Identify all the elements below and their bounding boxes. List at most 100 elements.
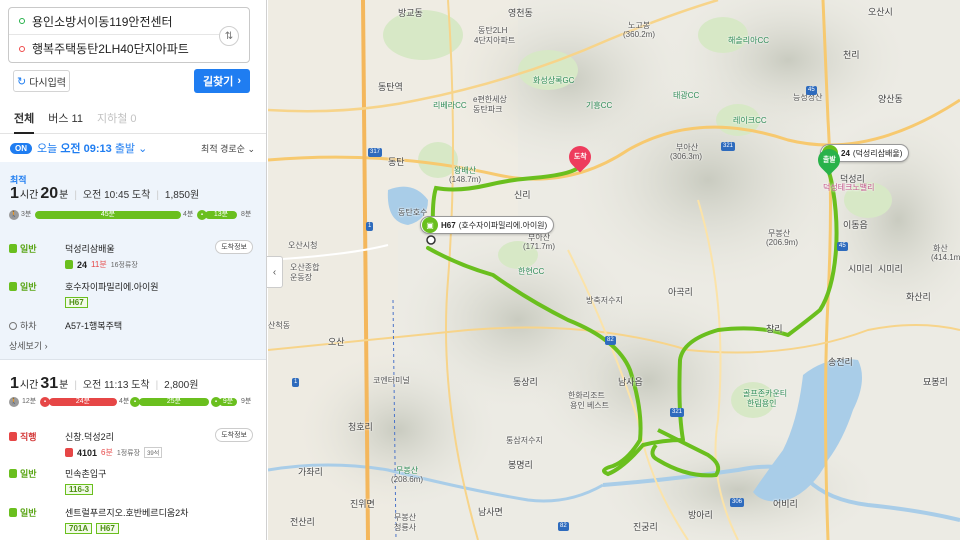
- boarding-stop: 덕성리삼배울: [65, 244, 115, 254]
- map-label: 송전리: [828, 357, 853, 367]
- route-summary: 1 시간 20 분 | 오전 10:45 도착 | 1,850원: [10, 185, 200, 202]
- bus-icon: [9, 282, 17, 291]
- destination-field[interactable]: 행복주택동탄2LH40단지아파트: [9, 35, 219, 62]
- route-chip[interactable]: 116-3: [65, 484, 94, 495]
- origin-field[interactable]: 용인소방서이동119안전센터: [9, 8, 219, 35]
- bus-segment: 9분: [219, 398, 237, 406]
- origin-dot-icon: [19, 18, 25, 24]
- collapse-panel-button[interactable]: ‹: [267, 256, 283, 288]
- route-option-1[interactable]: 최적 1 시간 20 분 | 오전 10:45 도착 | 1,850원 🚶 3분…: [0, 162, 266, 360]
- leg-2-3: 일반 센트럴푸르지오.호반베르디움2차 701A H67: [9, 506, 254, 536]
- bus-stop-callout[interactable]: ▣ H67 (호수자이파밀리에.아이원): [420, 216, 555, 234]
- road-number: 321: [670, 408, 685, 417]
- route-input-box: 용인소방서이동119안전센터 행복주택동탄2LH40단지아파트 ⇅: [8, 7, 250, 63]
- stop-count: 1정류장: [116, 449, 141, 457]
- leg-2: 일반 호수자이파밀리에.아이원 H67: [9, 280, 254, 310]
- transfer-stop: 호수자이파밀리에.아이원: [65, 282, 159, 292]
- map-label: 천리: [843, 50, 860, 60]
- map-label: 기흥CC: [586, 101, 613, 110]
- minutes-unit: 분: [59, 380, 69, 391]
- bus-info: H67: [65, 297, 88, 308]
- leg-type: 일반: [9, 280, 37, 293]
- route-chip[interactable]: 701A: [65, 523, 93, 534]
- bus-info: 24 11분 16정류장: [65, 259, 138, 270]
- fare: 1,850원: [164, 190, 200, 201]
- road-number: 1: [292, 378, 300, 387]
- duration-hours: 1: [10, 185, 19, 202]
- transfer-stop: 센트럴푸르지오.호반베르디움2차: [65, 508, 189, 518]
- find-route-label: 길찾기: [202, 76, 234, 88]
- map-label: (148.7m): [449, 175, 482, 184]
- map-label: 청룡사: [394, 523, 417, 532]
- map-label: 코엔터미널: [373, 376, 410, 385]
- tab-all[interactable]: 전체: [14, 108, 35, 134]
- route-chip[interactable]: H67: [96, 523, 119, 534]
- departure-time[interactable]: 오늘 오전 09:13 출발 ⌄: [37, 140, 147, 156]
- seat-count: 39석: [144, 447, 163, 458]
- arrival-info-button[interactable]: 도착정보: [215, 240, 253, 254]
- map-label: 아곡리: [668, 287, 693, 297]
- route-timeline-bar: 🚶 3분 45분 4분 ▪ 13분 8분: [9, 210, 258, 220]
- map-label: 오산: [328, 337, 345, 347]
- bus-segment: 45분: [35, 211, 181, 219]
- bus-segment: 25분: [139, 398, 209, 406]
- map-label: (208.6m): [391, 475, 424, 484]
- map-label: 동탄: [388, 157, 405, 167]
- callout-bus-number: H67: [441, 220, 456, 230]
- swap-icon[interactable]: ⇅: [219, 26, 239, 46]
- map-label: 레이크CC: [733, 116, 767, 125]
- alight-stop: A57-1행복주택: [65, 321, 123, 331]
- walk-time: 4분: [119, 398, 130, 405]
- details-label: 상세보기: [9, 341, 43, 351]
- bus-info: 701A H67: [65, 523, 119, 534]
- chevron-down-icon: ⌄: [138, 143, 148, 155]
- arrival-time: 오전 10:45 도착: [82, 190, 151, 201]
- sort-label: 최적 경로순: [201, 143, 245, 154]
- map-label: 동상리: [513, 377, 538, 387]
- map-label: 남사면: [478, 507, 503, 517]
- find-route-button[interactable]: 길찾기 ›: [194, 69, 250, 93]
- wait-time: 6분: [101, 448, 113, 457]
- map-label: 동탄역: [378, 82, 403, 92]
- map-label: (306.3m): [670, 152, 703, 161]
- map-label: 진궁리: [633, 522, 658, 532]
- map-label: (171.7m): [523, 242, 556, 251]
- map-label: 한현CC: [518, 267, 545, 276]
- bus-icon: [9, 244, 17, 253]
- transfer-stop: 민속촌입구: [65, 469, 107, 479]
- details-link[interactable]: 상세보기 ›: [9, 339, 48, 352]
- map-label: 시미리: [848, 264, 873, 274]
- map-view[interactable]: 영천동 동탄2LH 4단지아파트 화성상록GC 방교동 동탄역 리베라CC e편…: [268, 0, 960, 540]
- map-label: 해솔리아CC: [728, 36, 769, 45]
- map-label: 한림용인: [747, 399, 777, 408]
- route-chip[interactable]: H67: [65, 297, 88, 308]
- bus-number[interactable]: 24: [77, 260, 87, 270]
- map-label: 덕성테크노밸리: [823, 183, 875, 192]
- road-number: 82: [558, 522, 569, 531]
- hours-unit: 시간: [19, 190, 39, 201]
- callout-stop-name: (덕성리삼배울): [852, 148, 903, 158]
- map-label: 신리: [514, 190, 531, 200]
- map-label: 운동장: [290, 273, 313, 282]
- departure-clock: 오전 09:13: [60, 143, 112, 155]
- sort-select[interactable]: 최적 경로순 ⌄: [201, 142, 255, 155]
- tab-bus[interactable]: 버스 11: [48, 108, 83, 134]
- leg-type: 직행: [9, 430, 37, 443]
- bus-stop-marker[interactable]: [426, 235, 436, 245]
- chevron-right-icon: ›: [237, 75, 242, 87]
- bus-icon: [9, 508, 17, 517]
- stop-count: 16정류장: [110, 261, 138, 269]
- reset-button[interactable]: ↻ 다시입력: [13, 70, 70, 92]
- reset-label: 다시입력: [29, 77, 67, 89]
- leg-2-1: 직행 신창.덕성2리 도착정보 4101 6분 1정류장 39석: [9, 428, 254, 460]
- leg-2-2: 일반 민속촌입구 116-3: [9, 467, 254, 497]
- hours-unit: 시간: [19, 380, 39, 391]
- map-label: (206.9m): [766, 238, 799, 247]
- departure-toggle[interactable]: ON: [10, 142, 32, 154]
- bus-number[interactable]: 4101: [77, 448, 97, 458]
- arrival-info-button[interactable]: 도착정보: [215, 428, 253, 442]
- leg-type: 일반: [9, 467, 37, 480]
- map-label: (414.1m): [931, 253, 960, 262]
- map-label: 오산시청: [288, 241, 318, 250]
- route-summary-2[interactable]: 1 시간 31 분 | 오전 11:13 도착 | 2,800원: [10, 375, 198, 393]
